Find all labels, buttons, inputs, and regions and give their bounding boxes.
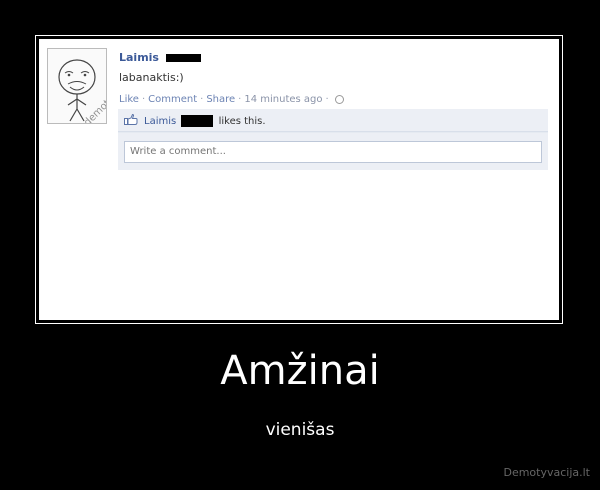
likes-text: Laimis likes this. — [144, 115, 266, 127]
thumbs-up-icon — [124, 114, 138, 125]
separator-dot: · — [238, 94, 242, 105]
author-name[interactable]: Laimis — [119, 51, 159, 64]
like-link[interactable]: Like — [119, 94, 139, 105]
facebook-screenshot: demotyvacija.lt Laimis labanaktis:) Like… — [39, 39, 559, 320]
comment-input[interactable] — [124, 140, 542, 163]
comment-link[interactable]: Comment — [148, 94, 197, 105]
separator-dot: · — [141, 94, 146, 105]
liker-name[interactable]: Laimis — [144, 116, 176, 127]
likes-suffix: likes this. — [218, 116, 266, 127]
share-link[interactable]: Share — [206, 94, 235, 105]
comment-row — [118, 132, 548, 170]
post-actions: Like · Comment · Share · 14 minutes ago · — [119, 94, 545, 105]
site-watermark: Demotyvacija.lt — [503, 466, 590, 479]
poster-title: Amžinai — [220, 348, 380, 394]
redaction-bar — [181, 115, 214, 127]
redaction-bar — [166, 54, 202, 62]
globe-icon — [334, 94, 344, 104]
separator-dot: · — [200, 94, 204, 105]
avatar[interactable]: demotyvacija.lt — [47, 48, 107, 124]
likes-row: Laimis likes this. — [118, 109, 548, 132]
post-header: Laimis — [119, 51, 545, 65]
feedback-box: Laimis likes this. — [118, 109, 548, 170]
post: Laimis labanaktis:) Like · Comment · Share · 1… — [118, 51, 548, 170]
separator-dot: · — [325, 94, 329, 105]
status-text: labanaktis:) — [119, 71, 184, 84]
timestamp[interactable]: 14 minutes ago — [244, 94, 322, 105]
poster-subtitle: vienišas — [265, 420, 335, 440]
poster-frame: demotyvacija.lt Laimis labanaktis:) Like… — [35, 35, 563, 324]
